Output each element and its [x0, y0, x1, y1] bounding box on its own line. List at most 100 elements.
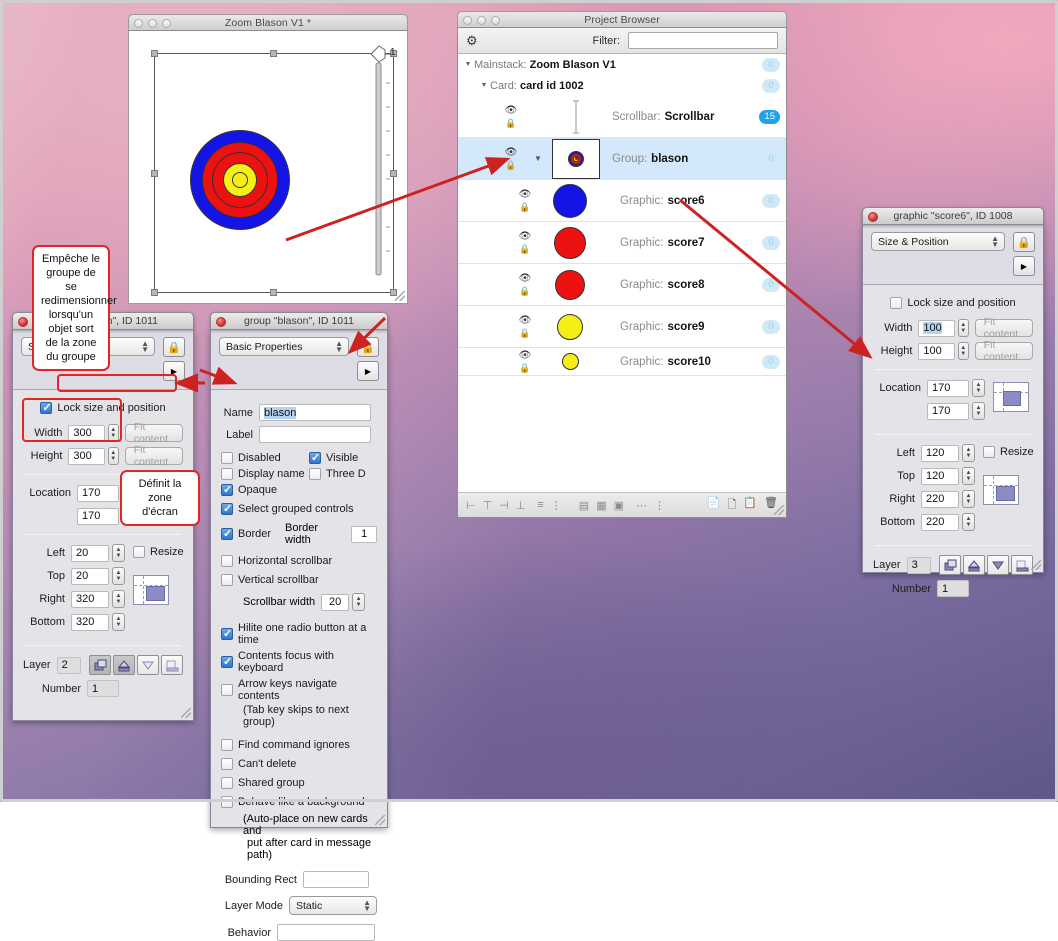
shared-group-checkbox[interactable]: Shared group — [221, 777, 305, 789]
width-row[interactable]: Width 300 ▲▼ Fit content — [23, 424, 183, 442]
pb-traffic-lights[interactable] — [463, 16, 500, 25]
name-input[interactable]: blason — [259, 404, 371, 421]
select-grouped-checkbox[interactable]: Select grouped controls — [221, 503, 354, 515]
top-stepper[interactable]: ▲▼ — [112, 567, 125, 585]
bottom-toolbar-right-group[interactable]: 📄 🗋 📋 🗑 — [707, 496, 778, 515]
project-browser-toolbar[interactable]: ⚙ Filter: — [458, 28, 786, 54]
object-row-score10[interactable]: 👁 🔒 Graphic: score10 0 — [458, 348, 786, 376]
handle-mid-left[interactable] — [151, 170, 158, 177]
cant-delete-checkbox[interactable]: Can't delete — [221, 758, 296, 770]
align-right-icon[interactable]: ⊣ — [499, 499, 509, 512]
filter-input[interactable] — [628, 32, 778, 49]
bottom-row[interactable]: Bottom 320 ▲▼ — [23, 613, 125, 631]
visibility-column[interactable]: 👁 🔒 — [508, 180, 542, 221]
behave-background-checkbox[interactable]: Behave like a background — [221, 796, 365, 808]
bottom-input[interactable]: 220 — [921, 514, 959, 531]
layer-mode-row[interactable]: Layer Mode Static ▲▼ — [221, 896, 377, 915]
width-input[interactable]: 300 — [68, 425, 104, 442]
lock-icon[interactable]: 🔒 — [505, 118, 516, 129]
lock-icon[interactable]: 🔒 — [519, 244, 530, 255]
align-top-icon[interactable]: ⊤ — [483, 499, 493, 512]
distribute-horizontal-icon[interactable]: ⋮ — [551, 499, 562, 512]
lock-button[interactable]: 🔒 — [1013, 232, 1035, 252]
left-row[interactable]: Left 20 ▲▼ — [23, 544, 125, 562]
layer-buttons[interactable] — [939, 555, 1033, 575]
handle-bottom-center[interactable] — [270, 289, 277, 296]
height-stepper[interactable]: ▲▼ — [108, 447, 119, 465]
top-stepper[interactable]: ▲▼ — [962, 467, 975, 485]
window-traffic-lights[interactable] — [134, 19, 171, 28]
object-row-scrollbar[interactable]: 👁 🔒 Scrollbar: Scrollbar 15 — [458, 96, 786, 138]
visibility-column[interactable]: 👁 🔒 — [508, 264, 542, 305]
close-icon[interactable] — [463, 16, 472, 25]
inspector-buttons[interactable]: 🔒 ▶ — [163, 337, 185, 381]
number-row[interactable]: Number 1 — [23, 680, 183, 697]
location-anchor-diagram[interactable] — [993, 382, 1029, 412]
inspector-resize-grip[interactable] — [1031, 560, 1041, 570]
display-name-checkbox[interactable]: Display name — [221, 468, 309, 480]
layout-columns-icon[interactable]: ▤ — [579, 499, 589, 512]
inspector-buttons[interactable]: 🔒 ▶ — [1013, 232, 1035, 276]
name-row[interactable]: Name blason — [221, 404, 377, 421]
number-input[interactable]: 1 — [937, 580, 969, 597]
stack-window-titlebar[interactable]: Zoom Blason V1 * — [128, 14, 408, 31]
location-y-input[interactable]: 170 — [77, 508, 119, 525]
handle-top-left[interactable] — [151, 50, 158, 57]
minimize-icon[interactable] — [148, 19, 157, 28]
right-stepper[interactable]: ▲▼ — [962, 490, 975, 508]
anchor-diagram[interactable] — [133, 575, 169, 605]
bottom-row[interactable]: Bottom 220 ▲▼ — [873, 513, 975, 531]
height-input[interactable]: 300 — [68, 448, 104, 465]
vertical-scrollbar-checkbox[interactable]: Vertical scrollbar — [221, 574, 319, 586]
close-icon[interactable] — [134, 19, 143, 28]
bring-to-front-icon[interactable] — [161, 655, 183, 675]
options-icon[interactable]: ⋮ — [654, 499, 665, 512]
close-icon[interactable] — [868, 212, 878, 222]
bottom-stepper[interactable]: ▲▼ — [962, 513, 975, 531]
target-graphic-group[interactable] — [190, 130, 290, 230]
width-input[interactable]: 100 — [918, 320, 954, 337]
three-d-checkbox[interactable]: Three D — [309, 468, 366, 480]
location-y-stepper[interactable]: ▲▼ — [972, 402, 985, 420]
project-browser-window[interactable]: Project Browser ⚙ Filter: ▼ Mainstack: Z… — [457, 11, 787, 518]
left-stepper[interactable]: ▲▼ — [962, 444, 975, 462]
location-x-stepper[interactable]: ▲▼ — [972, 379, 985, 397]
left-input[interactable]: 120 — [921, 445, 959, 462]
hilite-radio-checkbox[interactable]: Hilite one radio button at a time — [221, 622, 377, 646]
location-y-row[interactable]: 170 ▲▼ — [873, 402, 985, 420]
width-fit-content-button[interactable]: Fit content — [125, 424, 183, 442]
behavior-input[interactable] — [277, 924, 375, 941]
height-row[interactable]: Height 300 ▲▼ Fit content — [23, 447, 183, 465]
copy-icon[interactable]: 🗋 — [727, 496, 736, 515]
eye-icon[interactable]: 👁 — [505, 147, 518, 158]
visibility-column[interactable]: 👁 🔒 — [494, 96, 528, 137]
location-x-input[interactable]: 170 — [927, 380, 969, 397]
left-row[interactable]: Left 120 ▲▼ — [873, 444, 975, 462]
lock-icon[interactable]: 🔒 — [519, 328, 530, 339]
visible-checkbox[interactable]: Visible — [309, 452, 358, 464]
lock-icon[interactable]: 🔒 — [519, 202, 530, 213]
twisty-column[interactable] — [528, 96, 548, 137]
lock-button[interactable]: 🔒 — [163, 337, 185, 357]
send-backward-icon[interactable] — [963, 555, 985, 575]
right-row[interactable]: Right 320 ▲▼ — [23, 590, 125, 608]
object-row-group-blason[interactable]: 👁 🔒 ▼ Group: bla — [458, 138, 786, 180]
eye-icon[interactable]: 👁 — [519, 273, 532, 284]
object-row-score9[interactable]: 👁 🔒 Graphic: score9 0 — [458, 306, 786, 348]
zoom-icon[interactable] — [491, 16, 500, 25]
play-button[interactable]: ▶ — [163, 361, 185, 381]
layer-input[interactable]: 2 — [57, 657, 81, 674]
bring-to-front-icon[interactable] — [1011, 555, 1033, 575]
eye-icon[interactable]: 👁 — [519, 189, 532, 200]
lock-icon[interactable]: 🔒 — [505, 160, 516, 171]
left-stepper[interactable]: ▲▼ — [112, 544, 125, 562]
lock-size-position-checkbox[interactable]: Lock size and position — [890, 297, 1015, 309]
height-input[interactable]: 100 — [918, 343, 954, 360]
new-card-icon[interactable]: 📄 — [707, 496, 721, 515]
layer-input[interactable]: 3 — [907, 557, 931, 574]
resize-checkbox[interactable]: Resize — [983, 446, 1034, 458]
object-row-score7[interactable]: 👁 🔒 Graphic: score7 0 — [458, 222, 786, 264]
gear-icon[interactable]: ⚙ — [466, 33, 478, 49]
tree-row-mainstack[interactable]: ▼ Mainstack: Zoom Blason V1 0 — [458, 54, 786, 75]
inspector-resize-grip[interactable] — [181, 708, 191, 718]
